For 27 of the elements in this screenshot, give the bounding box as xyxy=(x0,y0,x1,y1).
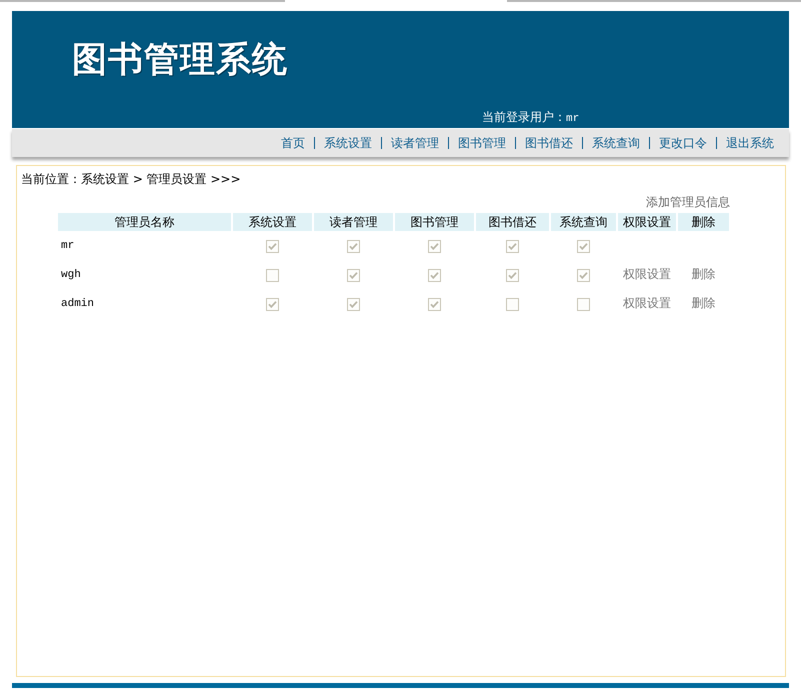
column-header: 图书借还 xyxy=(476,213,549,231)
nav-link[interactable]: 读者管理 xyxy=(390,136,440,150)
admin-name: wgh xyxy=(60,269,81,282)
permissions-link[interactable]: 权限设置 xyxy=(623,296,671,310)
column-header: 删除 xyxy=(678,213,729,231)
nav-link[interactable]: 首页 xyxy=(280,136,306,150)
column-header: 系统设置 xyxy=(233,213,312,231)
logo-title: 图书管理系统 xyxy=(71,39,288,81)
admin-name: admin xyxy=(60,298,94,310)
breadcrumb-text: 当前位置：系统设置 > 管理员设置 >>> xyxy=(20,171,242,186)
delete-link[interactable]: 删除 xyxy=(692,296,716,310)
nav-link[interactable]: 退出系统 xyxy=(725,136,775,150)
login-user-text: 当前登录用户：mr xyxy=(482,110,580,126)
permissions-link[interactable]: 权限设置 xyxy=(623,267,671,282)
nav-link[interactable]: 系统设置 xyxy=(323,136,373,150)
delete-link[interactable]: 删除 xyxy=(692,267,716,282)
nav-link[interactable]: 图书借还 xyxy=(524,136,574,150)
column-header: 图书管理 xyxy=(395,213,474,231)
admin-name: mr xyxy=(60,240,74,252)
nav-link[interactable]: 更改口令 xyxy=(658,136,708,150)
add-admin-link[interactable]: 添加管理员信息 xyxy=(646,195,730,209)
column-header: 管理员名称 xyxy=(58,213,231,231)
column-header: 读者管理 xyxy=(314,213,393,231)
nav-link[interactable]: 图书管理 xyxy=(457,136,507,150)
nav-link[interactable]: 系统查询 xyxy=(591,136,641,150)
column-header: 权限设置 xyxy=(618,213,676,231)
column-header: 系统查询 xyxy=(551,213,616,231)
